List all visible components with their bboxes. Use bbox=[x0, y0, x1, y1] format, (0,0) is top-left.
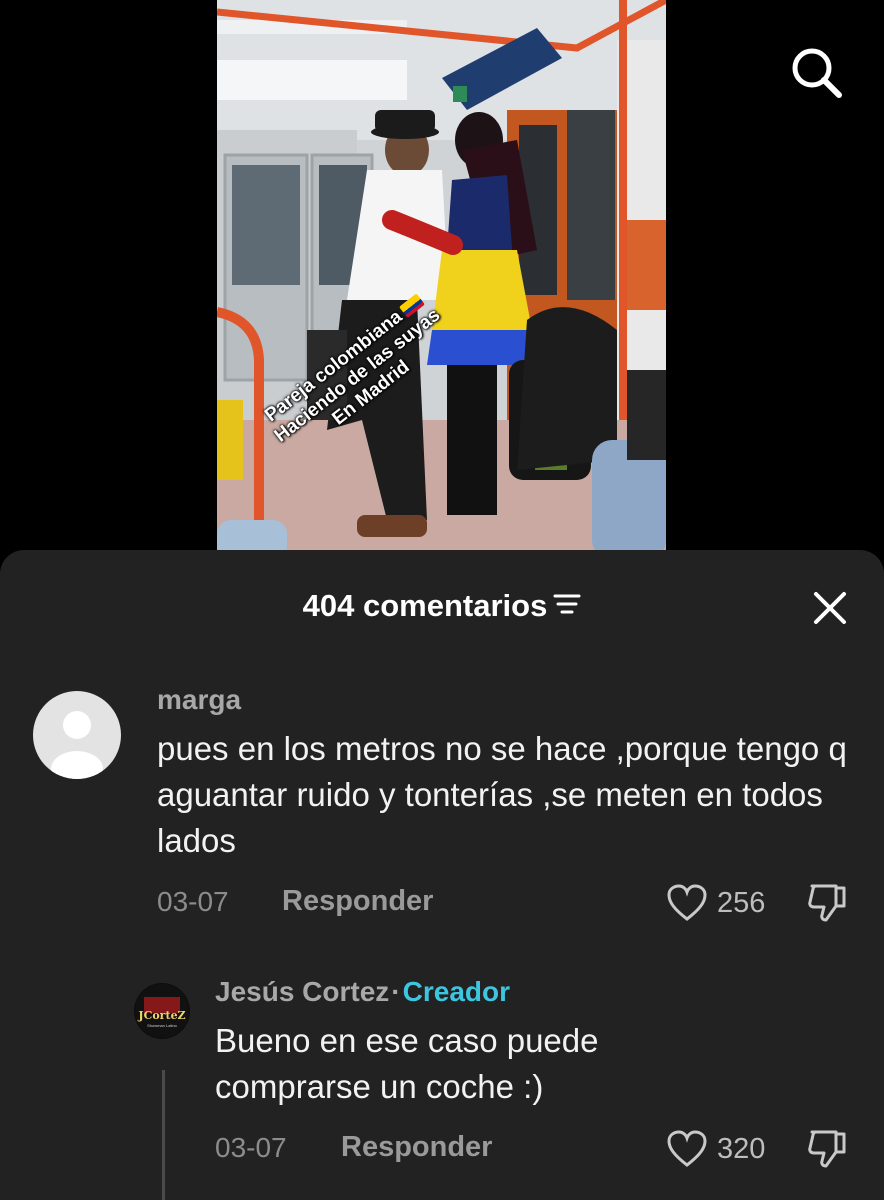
heart-icon[interactable] bbox=[666, 1130, 708, 1173]
reply-button[interactable]: Responder bbox=[341, 1131, 492, 1164]
reply-username[interactable]: Jesús Cortez bbox=[215, 976, 389, 1007]
comments-title: 404 comentarios bbox=[302, 588, 548, 623]
reply-button[interactable]: Responder bbox=[282, 885, 433, 918]
heart-icon[interactable] bbox=[666, 884, 708, 927]
comment-username[interactable]: marga bbox=[157, 684, 241, 716]
filter-icon[interactable] bbox=[553, 588, 581, 624]
reply-username-line: Jesús Cortez·Creador bbox=[215, 976, 510, 1008]
avatar-logo-text: JCorteZ bbox=[137, 1009, 185, 1022]
comments-header: 404 comentarios bbox=[0, 550, 884, 660]
reply-text: Bueno en ese caso puede comprarse un coc… bbox=[215, 1022, 599, 1105]
avatar[interactable] bbox=[33, 691, 121, 779]
close-icon[interactable] bbox=[808, 586, 852, 630]
video-player[interactable]: Pareja colombiana Haciendo de las suyas … bbox=[217, 0, 666, 560]
reply-date: 03-07 bbox=[215, 1132, 287, 1163]
comments-count[interactable]: 404 comentarios bbox=[0, 588, 884, 624]
thumbs-down-icon[interactable] bbox=[806, 882, 850, 929]
comment-date: 03-07 bbox=[157, 886, 229, 917]
thread-line bbox=[162, 1070, 165, 1200]
search-icon[interactable] bbox=[788, 44, 844, 100]
thumbs-down-icon[interactable] bbox=[806, 1128, 850, 1175]
creator-badge: Creador bbox=[402, 976, 510, 1007]
avatar-logo-subtext: Showman Latino bbox=[147, 1023, 178, 1028]
comment-text: pues en los metros no se hace ,porque te… bbox=[157, 730, 847, 859]
separator-dot: · bbox=[391, 976, 401, 1007]
like-count: 256 bbox=[717, 887, 766, 919]
like-count: 320 bbox=[717, 1133, 766, 1165]
avatar[interactable]: JCorteZ Showman Latino bbox=[134, 983, 190, 1039]
